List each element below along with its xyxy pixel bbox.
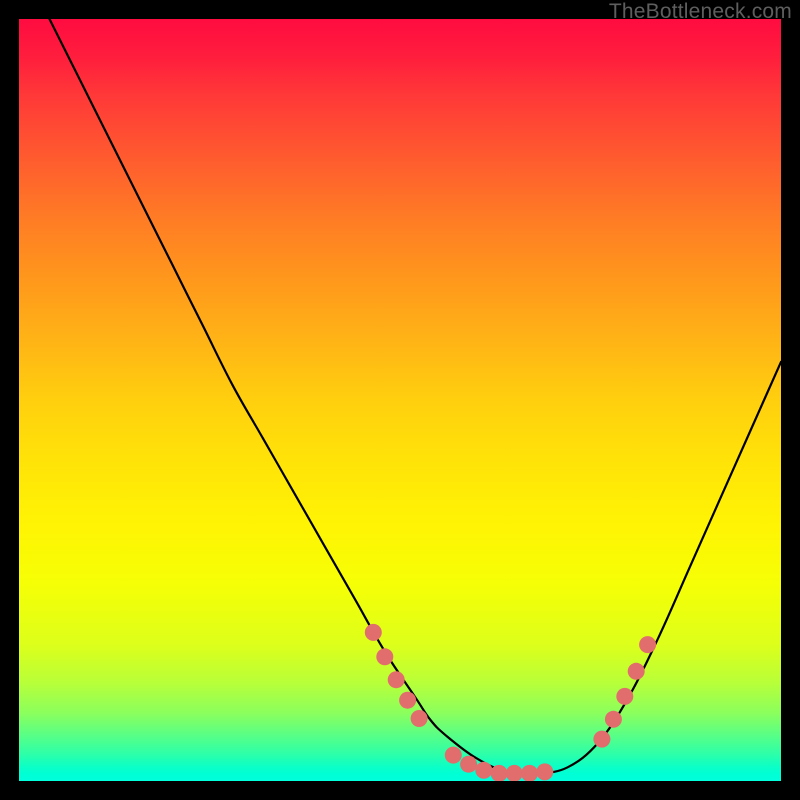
chart-stage: TheBottleneck.com <box>0 0 800 800</box>
highlight-dot <box>460 756 477 773</box>
highlight-dot <box>616 688 633 705</box>
highlight-dot <box>628 663 645 680</box>
highlight-dot <box>536 763 553 780</box>
curve-layer <box>19 19 781 781</box>
highlight-dots <box>365 624 656 781</box>
highlight-dot <box>445 747 462 764</box>
highlight-dot <box>639 636 656 653</box>
highlight-dot <box>593 731 610 748</box>
highlight-dot <box>365 624 382 641</box>
highlight-dot <box>411 710 428 727</box>
highlight-dot <box>388 671 405 688</box>
highlight-dot <box>399 692 416 709</box>
plot-area <box>19 19 781 781</box>
highlight-dot <box>376 648 393 665</box>
highlight-dot <box>605 711 622 728</box>
highlight-dot <box>475 762 492 779</box>
highlight-dot <box>506 765 523 781</box>
highlight-dot <box>521 765 538 781</box>
watermark-text: TheBottleneck.com <box>609 0 792 24</box>
bottleneck-curve <box>50 19 782 774</box>
